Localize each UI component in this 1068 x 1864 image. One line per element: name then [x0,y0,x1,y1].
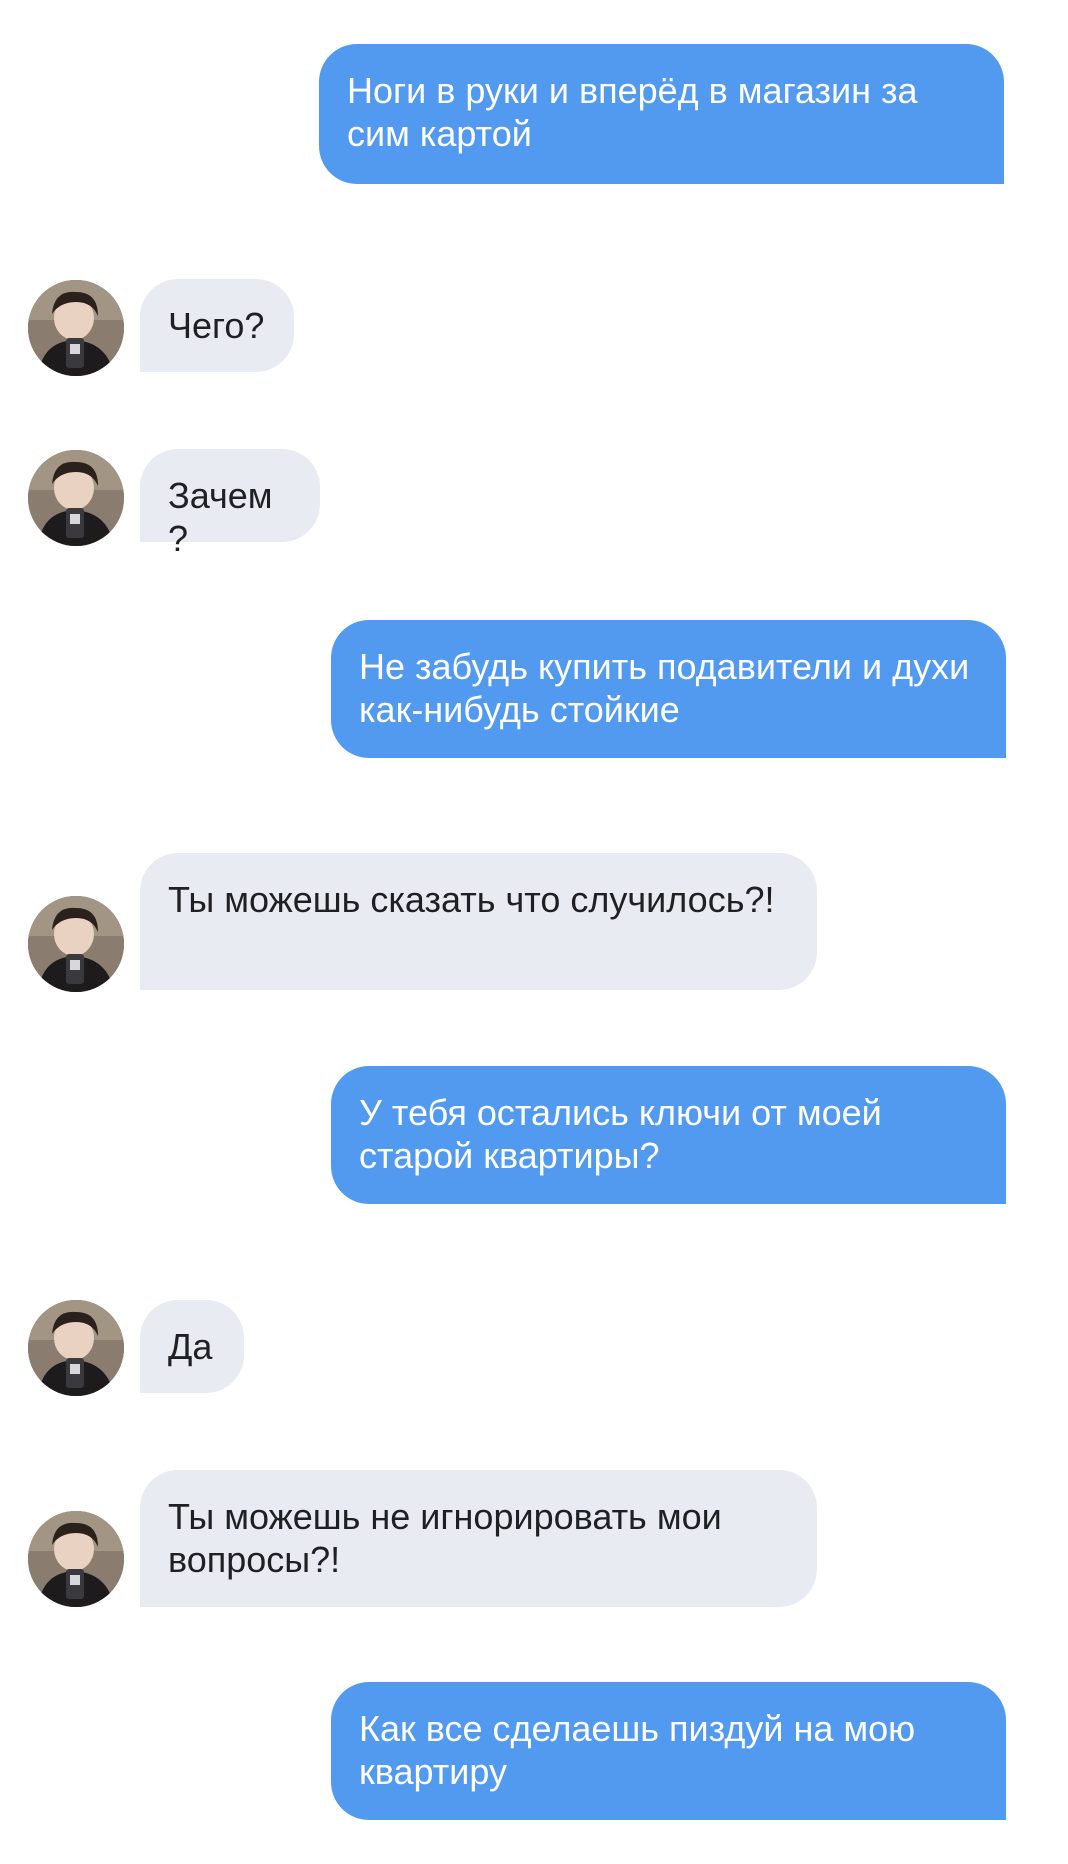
incoming-message[interactable]: Да [140,1300,244,1393]
outgoing-message[interactable]: Ноги в руки и вперёд в магазин за сим ка… [319,44,1004,184]
outgoing-message[interactable]: Не забудь купить подавители и духи как-н… [331,620,1006,758]
incoming-message[interactable]: Чего? [140,279,294,372]
outgoing-message[interactable]: У тебя остались ключи от моей старой ква… [331,1066,1006,1204]
contact-avatar[interactable] [28,280,124,376]
avatar-photo-icon [28,280,124,376]
contact-avatar[interactable] [28,1300,124,1396]
contact-avatar[interactable] [28,1511,124,1607]
incoming-message[interactable]: Зачем? [140,449,320,559]
contact-avatar[interactable] [28,896,124,992]
incoming-message[interactable]: Ты можешь сказать что случилось?! [140,853,817,990]
chat-message-list[interactable]: Ноги в руки и вперёд в магазин за сим ка… [0,0,1068,1864]
incoming-message[interactable]: Ты можешь не игнорировать мои вопросы?! [140,1470,817,1607]
avatar-photo-icon [28,1300,124,1396]
avatar-photo-icon [28,450,124,546]
avatar-photo-icon [28,1511,124,1607]
outgoing-message[interactable]: Как все сделаешь пиздуй на мою квартиру [331,1682,1006,1820]
avatar-photo-icon [28,896,124,992]
contact-avatar[interactable] [28,450,124,546]
